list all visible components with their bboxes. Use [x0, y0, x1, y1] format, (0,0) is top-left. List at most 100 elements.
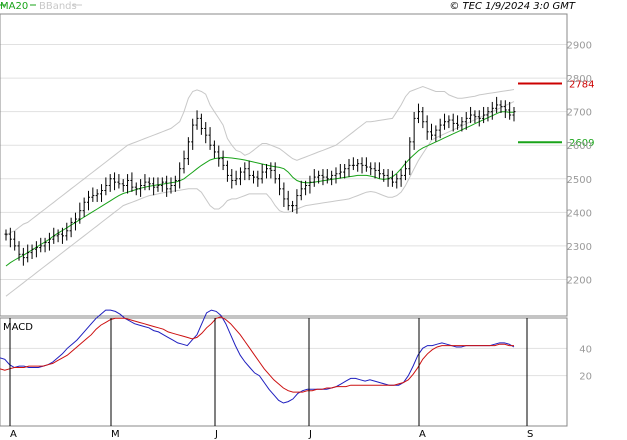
- price-bar: [369, 162, 373, 176]
- price-bar: [312, 169, 316, 187]
- macd-grid: [0, 347, 567, 377]
- price-axis: 2900 2800 2700 2600 2500 2400 2300 2200: [567, 41, 592, 287]
- bbands-lower-line: [5, 85, 515, 237]
- price-bar: [82, 197, 86, 218]
- price-bar: [443, 113, 447, 130]
- price-bar: [299, 180, 303, 201]
- price-bar: [113, 172, 117, 191]
- macd-title: MACD: [3, 322, 33, 333]
- price-tick-label: 2400: [567, 208, 592, 219]
- price-bar: [382, 169, 386, 182]
- price-bar: [108, 174, 112, 192]
- price-bar: [377, 162, 381, 179]
- macd-line: [0, 309, 515, 404]
- chart-root: MA20 BBands © TEC 1/9/2024 3:0 GMT 2784 2…: [0, 0, 627, 440]
- price-bar: [251, 170, 255, 184]
- bollinger-bands: [5, 85, 515, 297]
- price-tick-label: 2600: [567, 141, 592, 152]
- price-bar: [273, 162, 277, 184]
- price-tick-label: 2800: [567, 74, 592, 85]
- macd-lines: [0, 309, 515, 404]
- x-tick-label: J: [308, 429, 312, 440]
- price-bar: [399, 169, 403, 187]
- price-bar: [217, 145, 221, 167]
- price-bar: [13, 231, 17, 251]
- price-bar: [95, 189, 99, 202]
- price-bar: [104, 177, 108, 196]
- macd-axis: 40 20: [579, 344, 592, 382]
- price-bar: [208, 127, 212, 150]
- price-bar: [347, 158, 351, 177]
- price-tick-label: 2900: [567, 41, 592, 52]
- ma20-line-group: [5, 111, 514, 267]
- price-bar: [447, 115, 451, 129]
- price-bar: [52, 227, 56, 244]
- price-grid: [0, 44, 567, 280]
- price-bar: [30, 244, 34, 259]
- price-bar: [100, 184, 104, 202]
- price-bar: [199, 113, 203, 135]
- x-tick-label: S: [527, 429, 533, 440]
- price-bar: [278, 174, 282, 196]
- macd-panel-frame: [0, 317, 568, 427]
- price-bar: [503, 100, 507, 119]
- price-panel-frame: [0, 13, 568, 317]
- price-bar: [247, 160, 251, 181]
- price-tick-label: 2500: [567, 175, 592, 186]
- bbands-legend-label: BBands: [39, 1, 77, 12]
- price-bar: [473, 110, 477, 124]
- macd-tick-label: 40: [579, 344, 592, 355]
- x-tick-label: A: [10, 429, 17, 440]
- price-bar: [204, 122, 208, 144]
- price-bar: [434, 125, 438, 142]
- price-tick-label: 2300: [567, 242, 592, 253]
- price-bar: [234, 170, 238, 186]
- price-bar: [351, 157, 355, 171]
- price-bar: [421, 106, 425, 129]
- price-bar: [295, 189, 299, 214]
- price-bar: [147, 177, 151, 191]
- price-bar: [195, 110, 199, 130]
- price-bar: [499, 100, 503, 114]
- price-bar: [265, 164, 269, 179]
- price-bar: [186, 137, 190, 166]
- price-bar: [8, 227, 12, 248]
- price-bar: [121, 179, 125, 192]
- ma20-legend-label: MA20: [0, 1, 28, 12]
- price-bar: [408, 137, 412, 176]
- x-tick-label: J: [214, 429, 218, 440]
- price-bar: [21, 247, 25, 266]
- price-bar: [360, 157, 364, 174]
- price-bar: [286, 190, 290, 211]
- price-bar: [56, 229, 60, 243]
- price-bar: [330, 170, 334, 186]
- price-bar: [364, 157, 368, 172]
- price-bar: [512, 106, 516, 122]
- price-bar: [395, 174, 399, 189]
- price-bar: [134, 182, 138, 196]
- price-bar: [65, 222, 69, 241]
- price-bar: [182, 150, 186, 174]
- price-bar: [238, 167, 242, 186]
- price-bar: [373, 162, 377, 179]
- x-tick-label: M: [111, 429, 120, 440]
- price-bar: [173, 175, 177, 192]
- price-bar: [86, 190, 90, 211]
- price-bar: [338, 164, 342, 179]
- macd-tick-label: 20: [579, 372, 592, 383]
- price-bar: [43, 237, 47, 253]
- price-bar: [412, 112, 416, 150]
- price-bar: [321, 169, 325, 186]
- price-bar: [47, 232, 51, 251]
- ma20-line: [5, 111, 514, 267]
- price-bar: [282, 182, 286, 207]
- price-bar: [243, 162, 247, 181]
- price-bar: [126, 174, 130, 194]
- price-bar: [430, 123, 434, 140]
- copyright-text: © TEC 1/9/2024 3:0 GMT: [449, 1, 576, 12]
- price-bar: [334, 167, 338, 184]
- price-bar: [425, 115, 429, 140]
- price-bar: [416, 103, 420, 124]
- price-bar: [356, 158, 360, 172]
- price-bar: [325, 169, 329, 184]
